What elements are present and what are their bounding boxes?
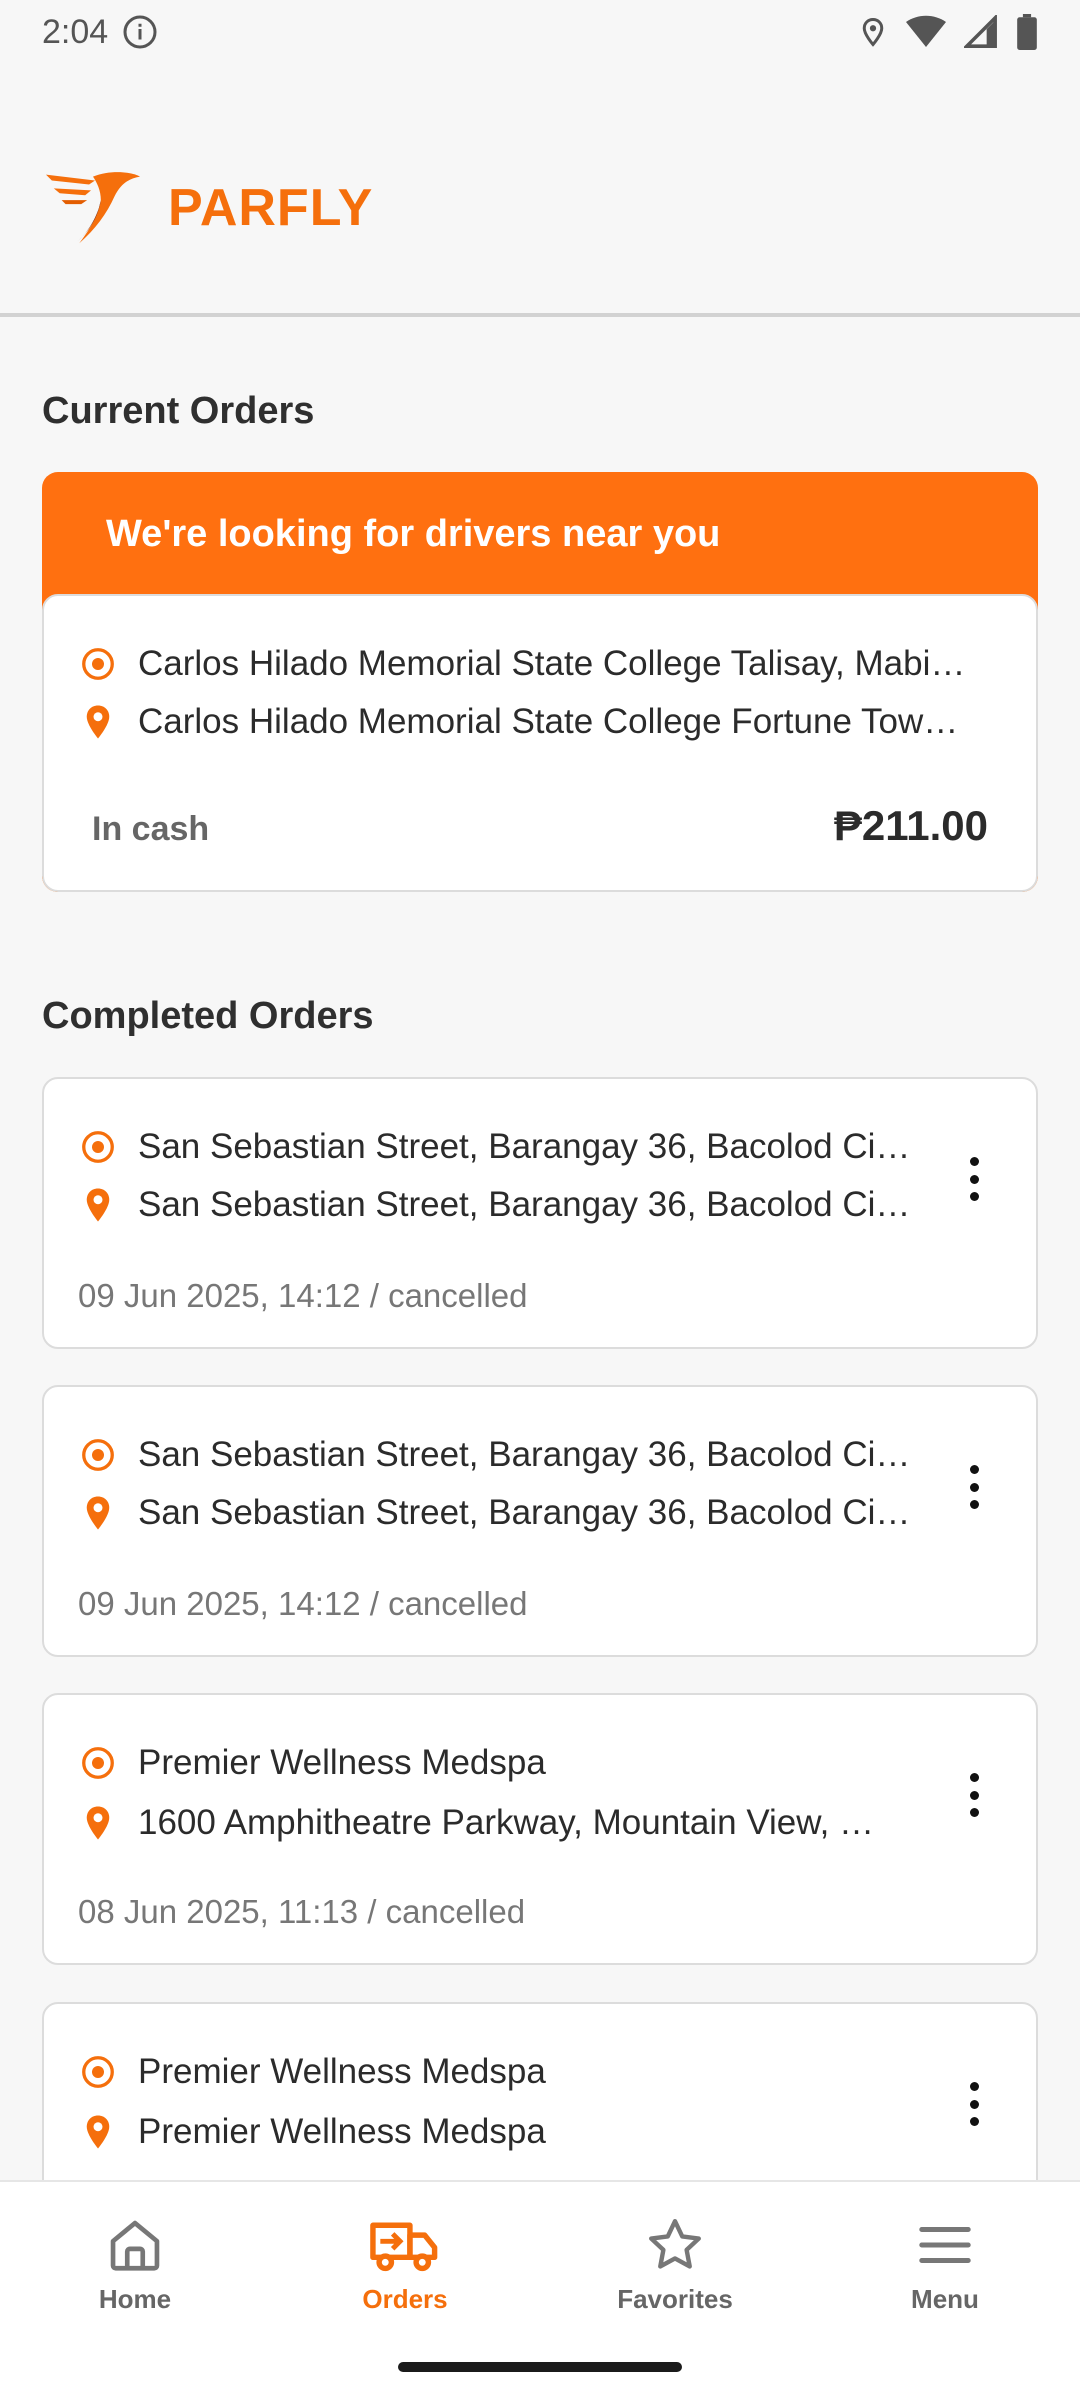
star-icon: [649, 2219, 701, 2269]
pickup-address: Premier Wellness Medspa: [138, 2052, 546, 2091]
parfly-bird-icon: [45, 172, 141, 244]
dropoff-row: San Sebastian Street, Barangay 36, Bacol…: [80, 1493, 920, 1533]
order-date-status: 08 Jun 2025, 11:13 / cancelled: [78, 1893, 526, 1930]
pickup-row: Carlos Hilado Memorial State College Tal…: [80, 644, 1000, 684]
pickup-target-icon: [82, 1747, 114, 1779]
nav-menu[interactable]: Menu: [845, 2214, 1045, 2315]
dropoff-pin-icon: [86, 1806, 110, 1840]
app-header: PARFLY: [0, 64, 1080, 317]
pickup-address: Carlos Hilado Memorial State College Tal…: [138, 644, 966, 683]
pickup-address: San Sebastian Street, Barangay 36, Bacol…: [138, 1435, 911, 1474]
dropoff-row: 1600 Amphitheatre Parkway, Mountain View…: [80, 1803, 920, 1843]
status-bar: 2:04: [0, 0, 1080, 64]
home-gesture-bar[interactable]: [398, 2362, 682, 2372]
dropoff-row: Premier Wellness Medspa: [80, 2112, 920, 2152]
nav-home-label: Home: [98, 2284, 172, 2314]
current-orders-title: Current Orders: [42, 390, 315, 432]
driver-search-banner: We're looking for drivers near you: [106, 512, 721, 555]
signal-icon: [964, 15, 997, 48]
dropoff-address: Premier Wellness Medspa: [138, 2112, 546, 2151]
completed-order-card[interactable]: Premier Wellness Medspa 1600 Amphitheatr…: [42, 1693, 1038, 1965]
dropoff-address: Carlos Hilado Memorial State College For…: [138, 702, 959, 741]
completed-order-card[interactable]: San Sebastian Street, Barangay 36, Bacol…: [42, 1077, 1038, 1349]
completed-order-card[interactable]: San Sebastian Street, Barangay 36, Bacol…: [42, 1385, 1038, 1657]
nav-menu-label: Menu: [911, 2284, 979, 2314]
current-order-card[interactable]: We're looking for drivers near you Carlo…: [42, 472, 1038, 892]
pickup-row: San Sebastian Street, Barangay 36, Bacol…: [80, 1127, 920, 1167]
dropoff-row: Carlos Hilado Memorial State College For…: [80, 702, 1000, 742]
pickup-target-icon: [82, 2056, 114, 2088]
order-date-status: 09 Jun 2025, 14:12 / cancelled: [78, 1585, 528, 1622]
pickup-target-icon: [82, 1131, 114, 1163]
nav-favorites[interactable]: Favorites: [575, 2214, 775, 2315]
more-options-button[interactable]: [960, 1457, 988, 1517]
current-order-body[interactable]: Carlos Hilado Memorial State College Tal…: [42, 594, 1038, 892]
pickup-row: Premier Wellness Medspa: [80, 1743, 920, 1783]
menu-icon: [919, 2227, 971, 2263]
dropoff-address: San Sebastian Street, Barangay 36, Bacol…: [138, 1493, 911, 1532]
pickup-address: San Sebastian Street, Barangay 36, Bacol…: [138, 1127, 911, 1166]
truck-icon: [370, 2222, 438, 2272]
payment-method: In cash: [92, 810, 210, 848]
more-options-button[interactable]: [960, 1149, 988, 1209]
pickup-row: San Sebastian Street, Barangay 36, Bacol…: [80, 1435, 920, 1475]
pickup-target-icon: [82, 1439, 114, 1471]
dropoff-address: San Sebastian Street, Barangay 36, Bacol…: [138, 1185, 911, 1224]
status-time: 2:04: [42, 12, 109, 51]
info-icon: [123, 15, 157, 49]
dropoff-row: San Sebastian Street, Barangay 36, Bacol…: [80, 1185, 920, 1225]
nav-orders-label: Orders: [362, 2284, 448, 2314]
more-options-button[interactable]: [960, 1765, 988, 1825]
wifi-icon: [906, 15, 946, 47]
brand-name: PARFLY: [168, 179, 374, 237]
dropoff-pin-icon: [86, 1188, 110, 1222]
dropoff-pin-icon: [86, 1496, 110, 1530]
dropoff-pin-icon: [86, 2115, 110, 2149]
more-options-button[interactable]: [960, 2074, 988, 2134]
completed-orders-title: Completed Orders: [42, 995, 374, 1037]
order-date-status: 09 Jun 2025, 14:12 / cancelled: [78, 1277, 528, 1314]
nav-favorites-label: Favorites: [617, 2284, 733, 2314]
pickup-address: Premier Wellness Medspa: [138, 1743, 546, 1782]
dropoff-pin-icon: [86, 705, 110, 739]
battery-icon: [1017, 14, 1037, 50]
nav-orders[interactable]: Orders: [305, 2214, 505, 2315]
dropoff-address: 1600 Amphitheatre Parkway, Mountain View…: [138, 1803, 875, 1842]
pickup-row: Premier Wellness Medspa: [80, 2052, 920, 2092]
home-icon: [110, 2220, 160, 2271]
order-price: ₱211.00: [833, 802, 988, 849]
nav-home[interactable]: Home: [35, 2214, 235, 2315]
location-icon: [862, 17, 884, 47]
pickup-target-icon: [82, 648, 114, 680]
brand-logo: PARFLY: [44, 170, 373, 246]
